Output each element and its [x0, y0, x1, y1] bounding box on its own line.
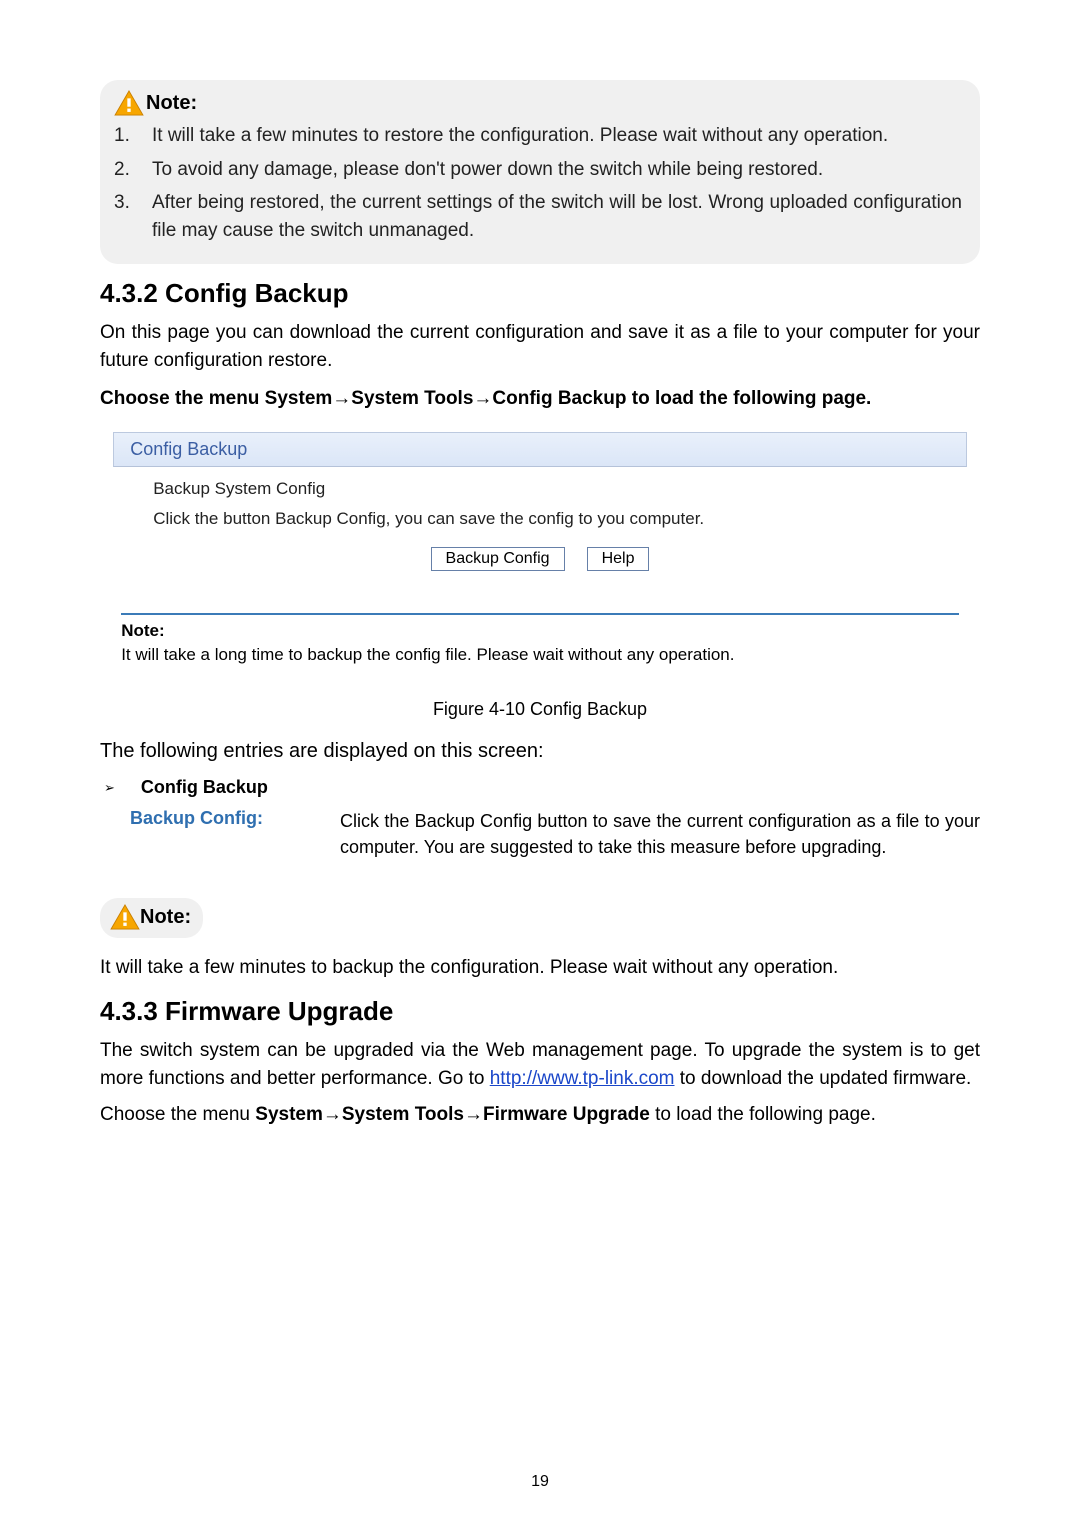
entries-intro: The following entries are displayed on t… — [100, 740, 980, 763]
figure-caption: Figure 4-10 Config Backup — [100, 699, 980, 720]
panel-body: Backup System Config Click the button Ba… — [113, 467, 967, 587]
help-button[interactable]: Help — [587, 547, 650, 571]
text-fragment: Choose the menu — [100, 1104, 255, 1125]
note-header: Note: — [114, 90, 962, 116]
warning-icon — [110, 904, 140, 930]
note-box-restore: Note: It will take a few minutes to rest… — [100, 80, 980, 264]
bullet-label: Config Backup — [141, 777, 268, 798]
panel-note-label: Note: — [121, 621, 959, 641]
menu-path-instruction: Choose the menu System→System Tools→Conf… — [100, 388, 980, 410]
text-fragment: to download the updated firmware. — [675, 1068, 972, 1089]
restore-notes-list: It will take a few minutes to restore th… — [114, 122, 962, 244]
page-number: 19 — [0, 1473, 1080, 1491]
tplink-link[interactable]: http://www.tp-link.com — [490, 1068, 675, 1089]
backup-note-text: It will take a few minutes to backup the… — [100, 954, 980, 982]
section-heading-firmware-upgrade: 4.3.3 Firmware Upgrade — [100, 996, 980, 1027]
button-row: Backup Config Help — [153, 547, 927, 571]
note-label: Note: — [140, 906, 191, 929]
config-backup-panel: Config Backup Backup System Config Click… — [113, 432, 967, 665]
warning-icon — [114, 90, 144, 116]
note-label: Note: — [146, 92, 197, 115]
list-item: To avoid any damage, please don't power … — [114, 156, 962, 184]
panel-title: Config Backup — [113, 432, 967, 467]
note-box-backup: Note: — [100, 898, 203, 938]
document-page: Note: It will take a few minutes to rest… — [0, 0, 1080, 1527]
section-heading-config-backup: 4.3.2 Config Backup — [100, 278, 980, 309]
text-fragment: to load the following page. — [650, 1104, 876, 1125]
panel-divider — [121, 613, 959, 615]
firmware-intro: The switch system can be upgraded via th… — [100, 1037, 980, 1092]
firmware-menu-path: Choose the menu System→System Tools→Firm… — [100, 1104, 980, 1126]
bullet-icon: ➢ — [104, 780, 115, 796]
list-item: It will take a few minutes to restore th… — [114, 122, 962, 150]
definition-term: Backup Config: — [130, 808, 310, 860]
panel-description: Click the button Backup Config, you can … — [153, 509, 927, 529]
definition-description: Click the Backup Config button to save t… — [340, 808, 980, 860]
panel-note-text: It will take a long time to backup the c… — [121, 645, 959, 665]
list-item: After being restored, the current settin… — [114, 189, 962, 244]
bullet-config-backup: ➢ Config Backup — [104, 777, 980, 798]
panel-subtitle: Backup System Config — [153, 479, 927, 499]
section-intro: On this page you can download the curren… — [100, 319, 980, 374]
menu-path-bold: System→System Tools→Firmware Upgrade — [255, 1104, 650, 1125]
backup-config-button[interactable]: Backup Config — [431, 547, 565, 571]
definition-row: Backup Config: Click the Backup Config b… — [130, 808, 980, 860]
